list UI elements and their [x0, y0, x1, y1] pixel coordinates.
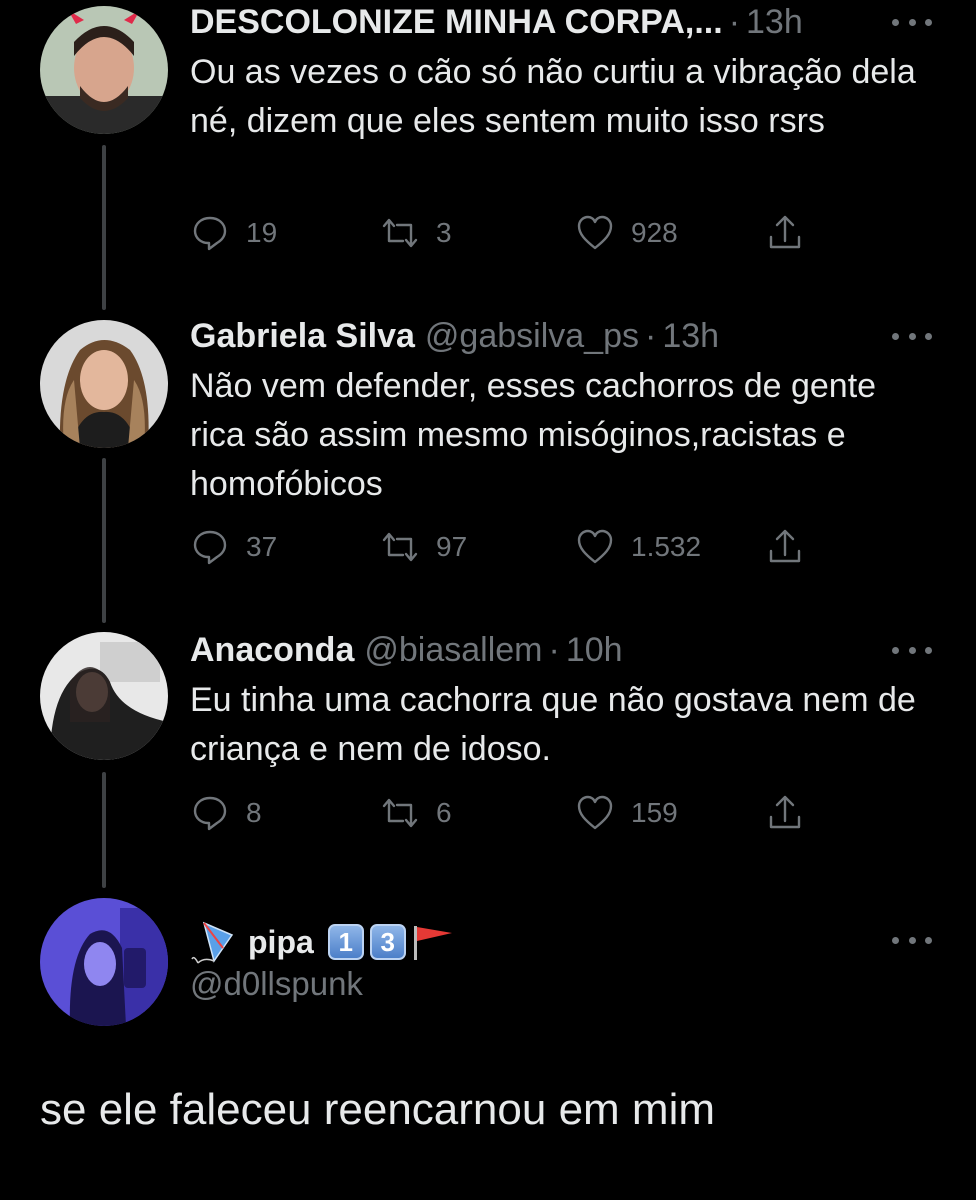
retweet-icon [382, 218, 418, 248]
more-icon[interactable] [892, 12, 932, 32]
display-name[interactable]: Gabriela Silva [190, 317, 415, 355]
retweet-count: 6 [436, 797, 452, 828]
separator-dot: · [728, 3, 741, 41]
user-handle[interactable]: @d0llspunk [190, 965, 363, 1003]
retweet-icon [382, 798, 418, 828]
more-icon[interactable] [892, 326, 932, 346]
avatar-anaconda[interactable] [40, 632, 168, 760]
more-icon[interactable] [892, 640, 932, 660]
retweet-button[interactable]: 6 [380, 788, 452, 838]
share-button[interactable] [765, 788, 805, 838]
separator-dot: · [644, 317, 657, 355]
reply-icon [193, 796, 227, 831]
avatar-descolonize[interactable] [40, 6, 168, 134]
reply-button[interactable]: 19 [190, 208, 277, 258]
reply-count: 37 [246, 531, 278, 562]
thread-line [102, 145, 106, 310]
separator-dot: · [548, 631, 560, 669]
like-count: 1.532 [631, 531, 702, 562]
retweet-count: 97 [436, 531, 468, 562]
tweet-text: Não vem defender, esses cachorros de gen… [190, 367, 877, 503]
like-count: 159 [631, 797, 678, 828]
more-icon[interactable] [892, 930, 932, 950]
tweet-header: Anaconda @biasallem · 10h [190, 628, 906, 672]
like-button[interactable]: 1.532 [575, 522, 701, 572]
reply-icon [193, 530, 227, 565]
keycap-badge: 1 [327, 924, 364, 960]
reply-button[interactable]: 37 [190, 522, 277, 572]
reply-count: 8 [246, 797, 262, 828]
retweet-icon [382, 532, 418, 562]
like-button[interactable]: 159 [575, 788, 678, 838]
kite-icon [190, 919, 236, 965]
share-button[interactable] [765, 208, 805, 258]
avatar-gabriela-silva[interactable] [40, 320, 168, 448]
flag-icon [410, 922, 456, 962]
reply-icon [193, 216, 227, 251]
main-tweet-header: pipa 1 3 [190, 917, 456, 967]
user-handle[interactable]: @biasallem [364, 631, 542, 669]
tweet-header: DESCOLONIZE MINHA CORPA,... · 13h [190, 0, 906, 44]
retweet-count: 3 [436, 217, 452, 248]
timestamp[interactable]: 13h [746, 3, 803, 41]
retweet-button[interactable]: 3 [380, 208, 452, 258]
share-button[interactable] [765, 522, 805, 572]
keycap-badge: 3 [369, 924, 406, 960]
tweet-actions: 8 6 159 [190, 788, 830, 838]
display-name[interactable]: Anaconda [190, 631, 354, 669]
retweet-button[interactable]: 97 [380, 522, 467, 572]
tweet-actions: 19 3 928 [190, 208, 830, 258]
heart-icon [577, 529, 613, 564]
reply-button[interactable]: 8 [190, 788, 262, 838]
share-icon [769, 215, 801, 249]
timestamp[interactable]: 10h [566, 631, 623, 669]
like-button[interactable]: 928 [575, 208, 678, 258]
tweet-text: Ou as vezes o cão só não curtiu a vibraç… [190, 53, 916, 140]
share-icon [769, 529, 801, 563]
tweet-text: Eu tinha uma cachorra que não gostava ne… [190, 681, 916, 768]
tweet-actions: 37 97 1.532 [190, 522, 830, 572]
thread-line [102, 772, 106, 888]
avatar-pipa[interactable] [40, 898, 168, 1026]
share-icon [769, 795, 801, 829]
heart-icon [577, 215, 613, 250]
thread-line [102, 458, 106, 623]
user-handle[interactable]: @gabsilva_ps [425, 317, 639, 355]
display-name[interactable]: DESCOLONIZE MINHA CORPA,... [190, 3, 723, 41]
display-name[interactable]: pipa [248, 924, 314, 961]
timestamp[interactable]: 13h [662, 317, 719, 355]
main-tweet-text: se ele faleceu reencarnou em mim [40, 1085, 715, 1134]
heart-icon [577, 795, 613, 830]
tweet-header: Gabriela Silva @gabsilva_ps · 13h [190, 314, 906, 358]
like-count: 928 [631, 217, 678, 248]
reply-count: 19 [246, 217, 278, 248]
